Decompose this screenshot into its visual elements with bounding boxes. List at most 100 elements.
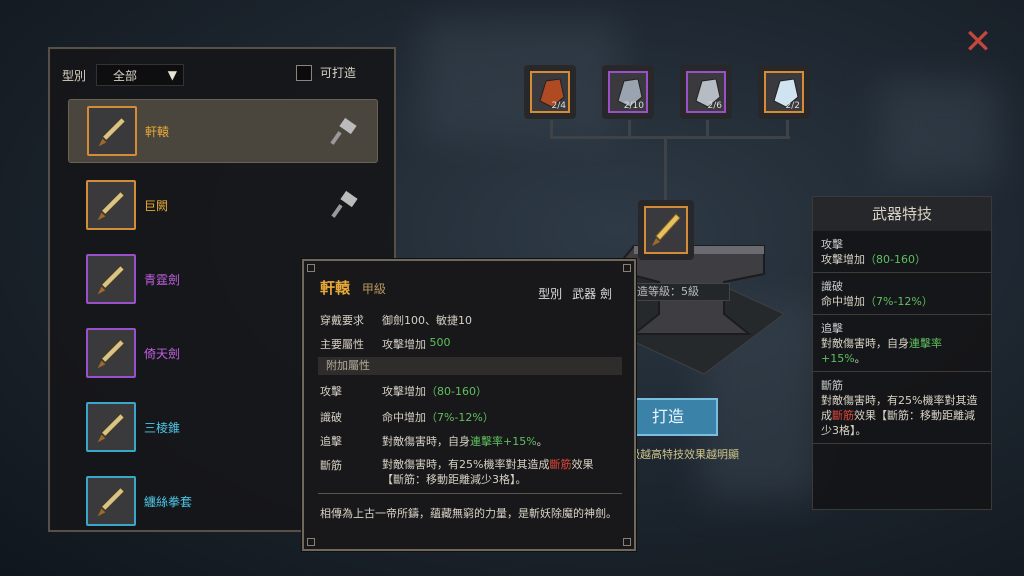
weapon-list-item[interactable]: 巨闕: [68, 173, 378, 237]
weapon-name: 纏絲拳套: [144, 494, 193, 509]
chevron-down-icon: ▼: [167, 68, 178, 82]
corner-ornament: [307, 538, 315, 546]
weapon-name: 巨闕: [144, 198, 169, 213]
weapon-icon: [86, 476, 136, 526]
material-slot[interactable]: 2/4: [524, 65, 576, 119]
connector-line: [550, 120, 553, 138]
checkbox-label: 可打造: [319, 66, 356, 80]
attr-highlight: 斷筋: [549, 458, 572, 471]
attr-highlight: （7%-12%）: [426, 411, 494, 424]
skill-desc: 對敵傷害時，自身連擊率+15%。: [821, 336, 983, 366]
hammer-icon: [331, 190, 358, 218]
requirement-label: 穿戴要求: [320, 314, 364, 327]
hammer-icon: [330, 117, 357, 145]
material-slot[interactable]: 2/2: [758, 65, 810, 119]
connector-line: [706, 120, 709, 138]
weapon-icon: [86, 254, 136, 304]
connector-line: [786, 120, 789, 138]
attr-text: 對敵傷害時，有25%機率對其造成: [382, 458, 550, 471]
attr-name: 斷筋: [320, 459, 342, 472]
attr-text: 【斷筋：移動距離減少3格】。: [382, 473, 527, 486]
skill-entry: 追擊 對敵傷害時，自身連擊率+15%。: [813, 315, 991, 372]
type-dropdown-value: 全部: [113, 68, 138, 83]
crafting-result-slot[interactable]: [638, 200, 694, 260]
attr-text: 。: [536, 435, 548, 448]
attr-row: 識破 命中增加 （7%-12%）: [320, 409, 494, 425]
requirement-row: 穿戴要求 御劍100、敏捷10: [320, 312, 472, 328]
skill-title: 追擊: [821, 322, 843, 335]
skill-title: 斷筋: [821, 379, 843, 392]
skill-highlight: 斷筋: [832, 409, 854, 422]
weapon-icon: [87, 106, 137, 156]
skills-title: 武器特技: [813, 197, 991, 231]
material-count: 2/6: [707, 101, 722, 111]
skill-entry: 攻擊 攻擊增加（80-160）: [813, 231, 991, 273]
attr-row: 追擊 對敵傷害時，自身 連擊率+15%。: [320, 433, 548, 449]
connector-line: [664, 138, 667, 200]
weapon-name: 三棱錐: [144, 420, 181, 435]
skill-highlight: （80-160）: [865, 253, 926, 266]
attr-row: 攻擊 攻擊增加 （80-160）: [320, 383, 487, 399]
weapon-name: 倚天劍: [144, 346, 181, 361]
material-slot[interactable]: 2/6: [680, 65, 732, 119]
tooltip-header: 軒轅 甲級: [320, 277, 386, 298]
material-count: 2/2: [785, 101, 800, 111]
attr-text: 命中增加: [382, 411, 426, 424]
type-dropdown[interactable]: 全部 ▼: [96, 64, 185, 86]
sword-icon: [652, 213, 681, 246]
skill-desc: 攻擊增加（80-160）: [821, 252, 983, 267]
skill-entry: 識破 命中增加（7%-12%）: [813, 273, 991, 315]
weapon-list-item[interactable]: 軒轅: [68, 99, 378, 163]
weapon-icon: [86, 180, 136, 230]
skill-title: 識破: [821, 280, 843, 293]
main-attr-label: 主要屬性: [320, 338, 364, 351]
checkbox[interactable]: [295, 64, 312, 81]
weapon-name: 軒轅: [145, 124, 170, 139]
material-icon: 2/10: [608, 71, 648, 113]
main-attr-value: 攻擊增加: [382, 338, 426, 351]
skill-title: 攻擊: [821, 238, 843, 251]
attr-value: 對敵傷害時，有25%機率對其造成斷筋效果【斷筋：移動距離減少3格】。: [382, 457, 622, 487]
weapon-icon: [86, 402, 136, 452]
tooltip-grade: 甲級: [361, 282, 386, 296]
skills-list: 攻擊 攻擊增加（80-160） 識破 命中增加（7%-12%） 追擊 對敵傷害時，自身連擊…: [813, 231, 991, 444]
item-description: 相傳為上古一帝所鑄，蘊藏無窮的力量，是斬妖除魔的神劍。: [320, 507, 617, 520]
attr-name: 識破: [320, 411, 342, 424]
skill-desc: 命中增加（7%-12%）: [821, 294, 983, 309]
attr-row: 斷筋 對敵傷害時，有25%機率對其造成斷筋效果 【斷筋：移動距離減少3格】。: [320, 457, 622, 487]
material-icon: 2/2: [764, 71, 804, 113]
weapon-icon: [86, 328, 136, 378]
attr-text: 效果: [571, 458, 594, 471]
craftable-toggle[interactable]: 可打造: [295, 64, 356, 81]
skill-desc: 對敵傷害時，有25%機率對其造成斷筋效果【斷筋：移動距離減少3格】。: [821, 393, 983, 438]
attr-name: 追擊: [320, 435, 342, 448]
main-attr-number: 500: [429, 336, 451, 349]
skill-highlight: （7%-12%）: [865, 295, 933, 308]
type-filter: 型別 全部 ▼: [62, 63, 185, 87]
tooltip-type: 型別 武器 劍: [528, 285, 612, 302]
extra-attr-header: 附加屬性: [318, 357, 622, 375]
connector-line: [628, 120, 631, 138]
corner-ornament: [307, 264, 315, 272]
forge-level: 造等級：5級: [626, 283, 730, 301]
material-icon: 2/6: [686, 71, 726, 113]
result-weapon: [644, 206, 688, 254]
attr-name: 攻擊: [320, 385, 342, 398]
skill-text: 。: [854, 352, 866, 365]
skill-text: 攻擊增加: [821, 253, 865, 266]
skill-text: 命中增加: [821, 295, 865, 308]
attr-text: 對敵傷害時，自身: [382, 435, 470, 448]
material-icon: 2/4: [530, 71, 570, 113]
corner-ornament: [623, 538, 631, 546]
material-count: 2/10: [623, 101, 644, 111]
main-attr-row: 主要屬性 攻擊增加 500: [320, 336, 451, 352]
divider: [318, 493, 622, 494]
material-slot[interactable]: 2/10: [602, 65, 654, 119]
connector-line: [550, 136, 790, 139]
close-icon[interactable]: ✕: [960, 24, 996, 60]
type-label: 型別: [538, 287, 563, 301]
attr-highlight: （80-160）: [426, 385, 487, 398]
skill-entry: 斷筋 對敵傷害時，有25%機率對其造成斷筋效果【斷筋：移動距離減少3格】。: [813, 372, 991, 444]
item-tooltip: 軒轅 甲級 型別 武器 劍 穿戴要求 御劍100、敏捷10 主要屬性 攻擊增加 5…: [302, 259, 636, 551]
corner-ornament: [623, 264, 631, 272]
